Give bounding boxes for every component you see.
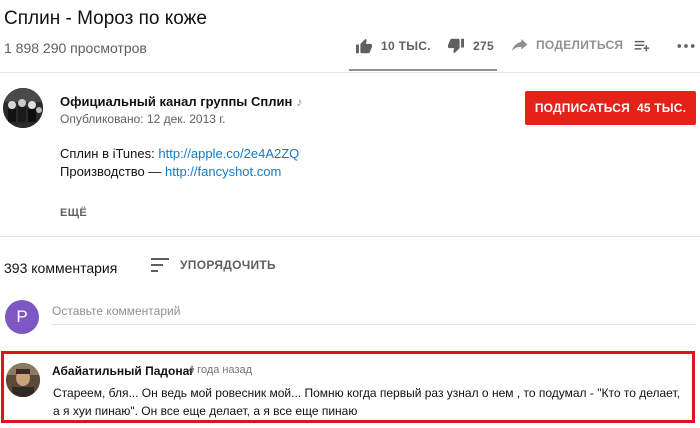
description-text: Производство — xyxy=(60,164,165,179)
music-note-icon: ♪ xyxy=(296,94,303,109)
divider xyxy=(0,72,700,73)
comment-timestamp[interactable]: 4 года назад xyxy=(188,364,252,376)
comment-author[interactable]: Абайатильный Падонаг xyxy=(52,364,194,378)
divider xyxy=(0,236,700,237)
sort-icon xyxy=(151,258,169,272)
description-line: Сплин в iTunes: http://apple.co/2e4A2ZQ xyxy=(60,146,299,161)
thumbs-up-icon xyxy=(356,38,372,54)
dislike-count: 275 xyxy=(473,39,494,53)
share-label: ПОДЕЛИТЬСЯ xyxy=(536,38,624,52)
itunes-link[interactable]: http://apple.co/2e4A2ZQ xyxy=(158,146,299,161)
comment-input[interactable] xyxy=(52,301,692,321)
view-count: 1 898 290 просмотров xyxy=(4,40,147,56)
subscriber-count: 45 ТЫС. xyxy=(637,101,687,115)
like-count: 10 ТЫС. xyxy=(381,39,431,53)
description-line: Производство — http://fancyshot.com xyxy=(60,164,281,179)
sort-comments-button[interactable]: УПОРЯДОЧИТЬ xyxy=(151,258,276,272)
share-arrow-icon xyxy=(512,39,528,51)
subscribe-button[interactable]: ПОДПИСАТЬСЯ 45 ТЫС. xyxy=(525,91,696,125)
input-underline xyxy=(52,324,696,325)
channel-avatar[interactable] xyxy=(3,88,43,128)
channel-avatar-image xyxy=(3,88,43,128)
thumbs-down-icon xyxy=(448,38,464,54)
description-text: Сплин в iTunes: xyxy=(60,146,159,161)
add-to-playlist-icon xyxy=(634,40,650,52)
commenter-avatar-image xyxy=(6,363,40,397)
like-button[interactable]: 10 ТЫС. xyxy=(355,38,431,54)
channel-name-text: Официальный канал группы Сплин xyxy=(60,94,293,109)
comment-count: 393 комментария xyxy=(4,260,118,276)
add-to-playlist-button[interactable] xyxy=(633,38,659,54)
sort-label: УПОРЯДОЧИТЬ xyxy=(180,258,276,272)
show-more-button[interactable]: ЕЩЁ xyxy=(60,207,87,219)
share-button[interactable]: ПОДЕЛИТЬСЯ xyxy=(512,38,623,52)
more-actions-button[interactable] xyxy=(676,38,700,54)
production-link[interactable]: http://fancyshot.com xyxy=(165,164,281,179)
more-horizontal-icon xyxy=(677,44,695,48)
channel-name[interactable]: Официальный канал группы Сплин ♪ xyxy=(60,94,302,109)
user-avatar: P xyxy=(5,300,39,334)
video-title: Сплин - Мороз по коже xyxy=(4,8,207,29)
comment-text: Стареем, бля... Он ведь мой ровесник мой… xyxy=(53,386,680,418)
publish-date: Опубликовано: 12 дек. 2013 г. xyxy=(60,112,226,126)
subscribe-label: ПОДПИСАТЬСЯ xyxy=(534,101,630,115)
commenter-avatar[interactable] xyxy=(6,363,40,397)
dislike-button[interactable]: 275 xyxy=(447,38,494,54)
like-ratio-bar xyxy=(349,69,497,71)
